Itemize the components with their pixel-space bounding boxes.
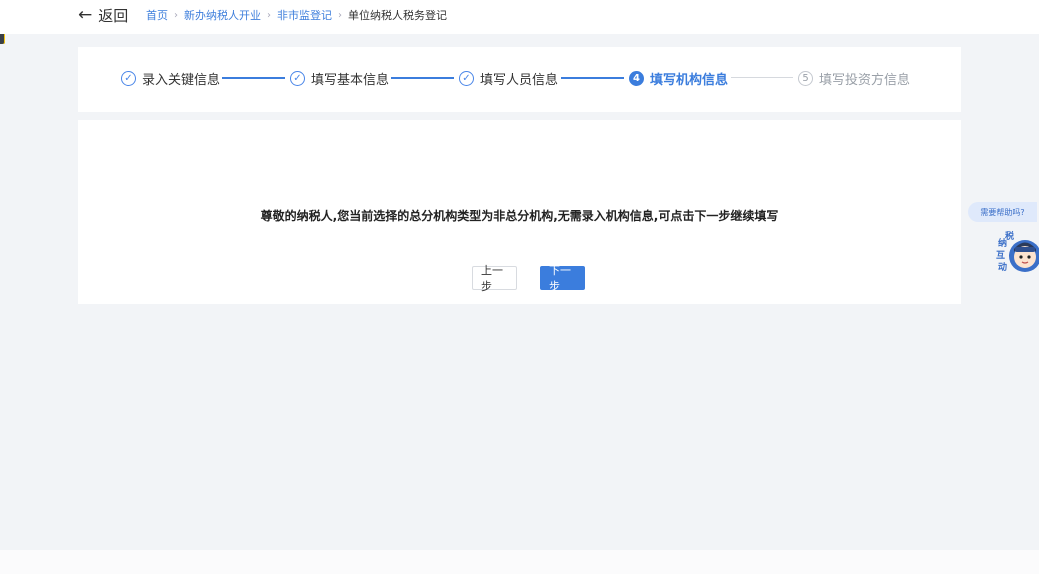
chevron-right-icon: › [267,9,271,21]
top-bar: ← 返回 首页 › 新办纳税人开业 › 非市监登记 › 单位纳税人税务登记 [0,0,1039,34]
step-connector [222,77,285,79]
check-circle-icon: ✓ [290,70,305,86]
content-panel: 尊敬的纳税人,您当前选择的总分机构类型为非总分机构,无需录入机构信息,可点击下一… [78,120,961,304]
breadcrumb-new-taxpayer[interactable]: 新办纳税人开业 [184,7,261,23]
assistant-avatar-icon: 纳 税 互 动 [996,230,1039,273]
chevron-right-icon: › [338,9,342,21]
chevron-right-icon: › [174,9,178,21]
step-number-icon: 5 [798,70,813,86]
check-circle-icon: ✓ [121,70,136,86]
step-3: ✓ 填写人员信息 [459,69,559,88]
prev-step-button[interactable]: 上一步 [472,264,517,293]
step-label: 录入关键信息 [142,72,221,88]
notice-text: 尊敬的纳税人,您当前选择的总分机构类型为非总分机构,无需录入机构信息,可点击下一… [260,209,779,223]
back-label: 返回 [98,7,129,25]
breadcrumb-home[interactable]: 首页 [146,7,168,23]
step-connector [391,77,454,79]
step-label: 填写机构信息 [650,72,729,88]
footer [0,550,1039,574]
step-progress: ✓ 录入关键信息 ✓ 填写基本信息 ✓ 填写人员信息 4 填写机构信息 5 填写… [78,47,961,112]
step-1: ✓ 录入关键信息 [121,69,221,88]
breadcrumb-non-market[interactable]: 非市监登记 [277,7,332,23]
assistant-widget[interactable]: 纳 税 互 动 [995,228,1039,276]
step-label: 填写人员信息 [480,72,559,88]
breadcrumb-current: 单位纳税人税务登记 [348,9,447,22]
step-label: 填写投资方信息 [819,72,911,88]
next-step-button[interactable]: 下一步 [540,264,585,293]
breadcrumb: 首页 › 新办纳税人开业 › 非市监登记 › 单位纳税人税务登记 [146,7,447,23]
arrow-left-icon: ← [78,5,93,25]
step-number-icon: 4 [629,70,644,86]
svg-text:互: 互 [996,250,1005,261]
check-circle-icon: ✓ [459,70,474,86]
step-label: 填写基本信息 [311,72,390,88]
step-connector [731,77,793,78]
svg-text:税: 税 [1005,230,1014,242]
step-5: 5 填写投资方信息 [798,69,911,88]
step-2: ✓ 填写基本信息 [290,69,390,88]
help-bubble[interactable]: 需要帮助吗? [968,202,1037,222]
step-4: 4 填写机构信息 [629,69,729,88]
step-connector [561,77,624,79]
svg-text:动: 动 [998,262,1007,273]
back-button[interactable]: ← 返回 [78,5,128,26]
